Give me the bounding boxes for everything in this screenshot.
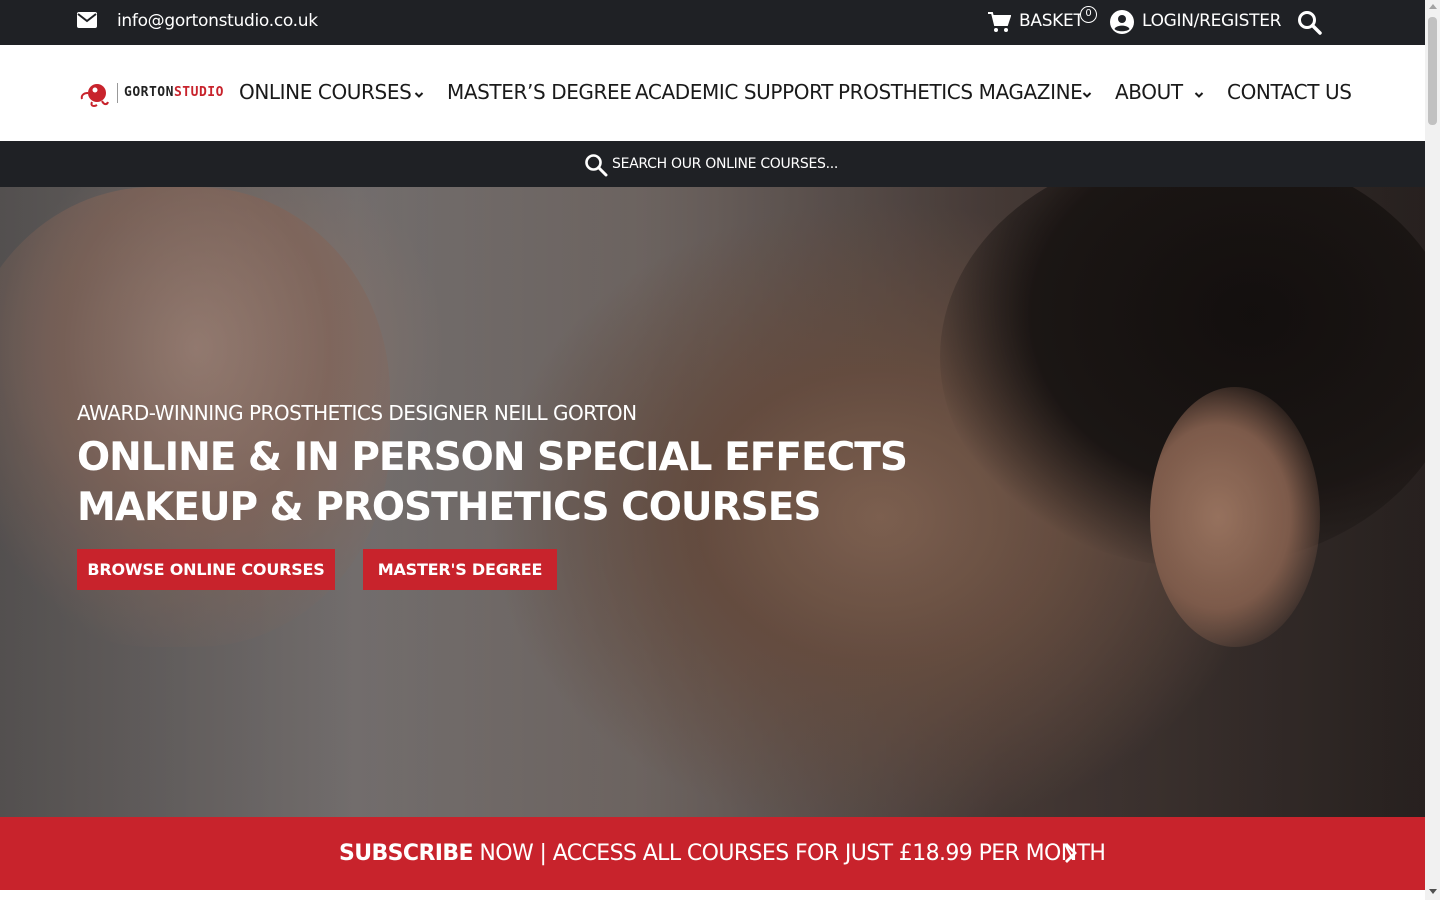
- search-icon[interactable]: [1297, 10, 1322, 35]
- basket-link[interactable]: BASKET: [1019, 11, 1084, 31]
- nav-item-masters-degree[interactable]: MASTER’S DEGREE: [447, 80, 632, 104]
- course-search-input[interactable]: [612, 149, 912, 179]
- basket-count-badge: 0: [1080, 6, 1097, 23]
- chevron-down-icon[interactable]: [1082, 91, 1092, 99]
- hero-headline-line-1: ONLINE & IN PERSON SPECIAL EFFECTS: [77, 435, 908, 480]
- scroll-up-arrow-icon[interactable]: [1429, 4, 1437, 9]
- nav-item-academic-support[interactable]: ACADEMIC SUPPORT: [635, 80, 833, 104]
- logo-divider: [117, 83, 118, 103]
- nav-item-prosthetics-magazine[interactable]: PROSTHETICS MAGAZINE: [838, 80, 1083, 104]
- hero-headline: ONLINE & IN PERSON SPECIAL EFFECTS MAKEU…: [77, 433, 908, 533]
- nav-item-contact-us[interactable]: CONTACT US: [1227, 80, 1352, 104]
- mail-icon: [77, 12, 97, 28]
- chevron-right-icon[interactable]: [1064, 842, 1078, 864]
- course-search-bar: [0, 141, 1425, 187]
- chevron-down-icon[interactable]: [1194, 91, 1204, 99]
- subscribe-bold: SUBSCRIBE: [339, 841, 474, 866]
- search-icon[interactable]: [584, 153, 608, 177]
- hero-headline-line-2: MAKEUP & PROSTHETICS COURSES: [77, 485, 821, 530]
- user-icon[interactable]: [1110, 10, 1134, 34]
- scrollbar-thumb[interactable]: [1428, 17, 1437, 125]
- top-bar: info@gortonstudio.co.uk BASKET 0 LOGIN/R…: [0, 0, 1425, 45]
- gorton-studio-logo[interactable]: GORTONSTUDIO: [80, 80, 226, 108]
- contact-email-link[interactable]: info@gortonstudio.co.uk: [117, 11, 318, 31]
- logo-mark-icon: [80, 84, 109, 107]
- login-register-link[interactable]: LOGIN/REGISTER: [1142, 11, 1281, 31]
- browse-online-courses-button[interactable]: BROWSE ONLINE COURSES: [77, 549, 335, 590]
- subscribe-rest: NOW | ACCESS ALL COURSES FOR JUST £18.99…: [473, 841, 1106, 866]
- hero-kicker: AWARD-WINNING PROSTHETICS DESIGNER NEILL…: [77, 401, 637, 425]
- hero-banner: AWARD-WINNING PROSTHETICS DESIGNER NEILL…: [0, 187, 1425, 817]
- subscribe-text[interactable]: SUBSCRIBE NOW | ACCESS ALL COURSES FOR J…: [339, 841, 1106, 866]
- logo-wordmark: GORTONSTUDIO: [124, 85, 224, 100]
- scroll-down-arrow-icon[interactable]: [1429, 889, 1437, 894]
- page-scrollbar[interactable]: [1425, 0, 1440, 900]
- main-navigation: GORTONSTUDIO ONLINE COURSES MASTER’S DEG…: [0, 45, 1425, 141]
- cart-icon[interactable]: [987, 11, 1011, 33]
- chevron-down-icon[interactable]: [414, 91, 424, 99]
- masters-degree-button[interactable]: MASTER'S DEGREE: [363, 549, 557, 590]
- subscribe-banner[interactable]: SUBSCRIBE NOW | ACCESS ALL COURSES FOR J…: [0, 817, 1425, 890]
- nav-item-about[interactable]: ABOUT: [1115, 80, 1183, 104]
- nav-item-online-courses[interactable]: ONLINE COURSES: [239, 80, 412, 104]
